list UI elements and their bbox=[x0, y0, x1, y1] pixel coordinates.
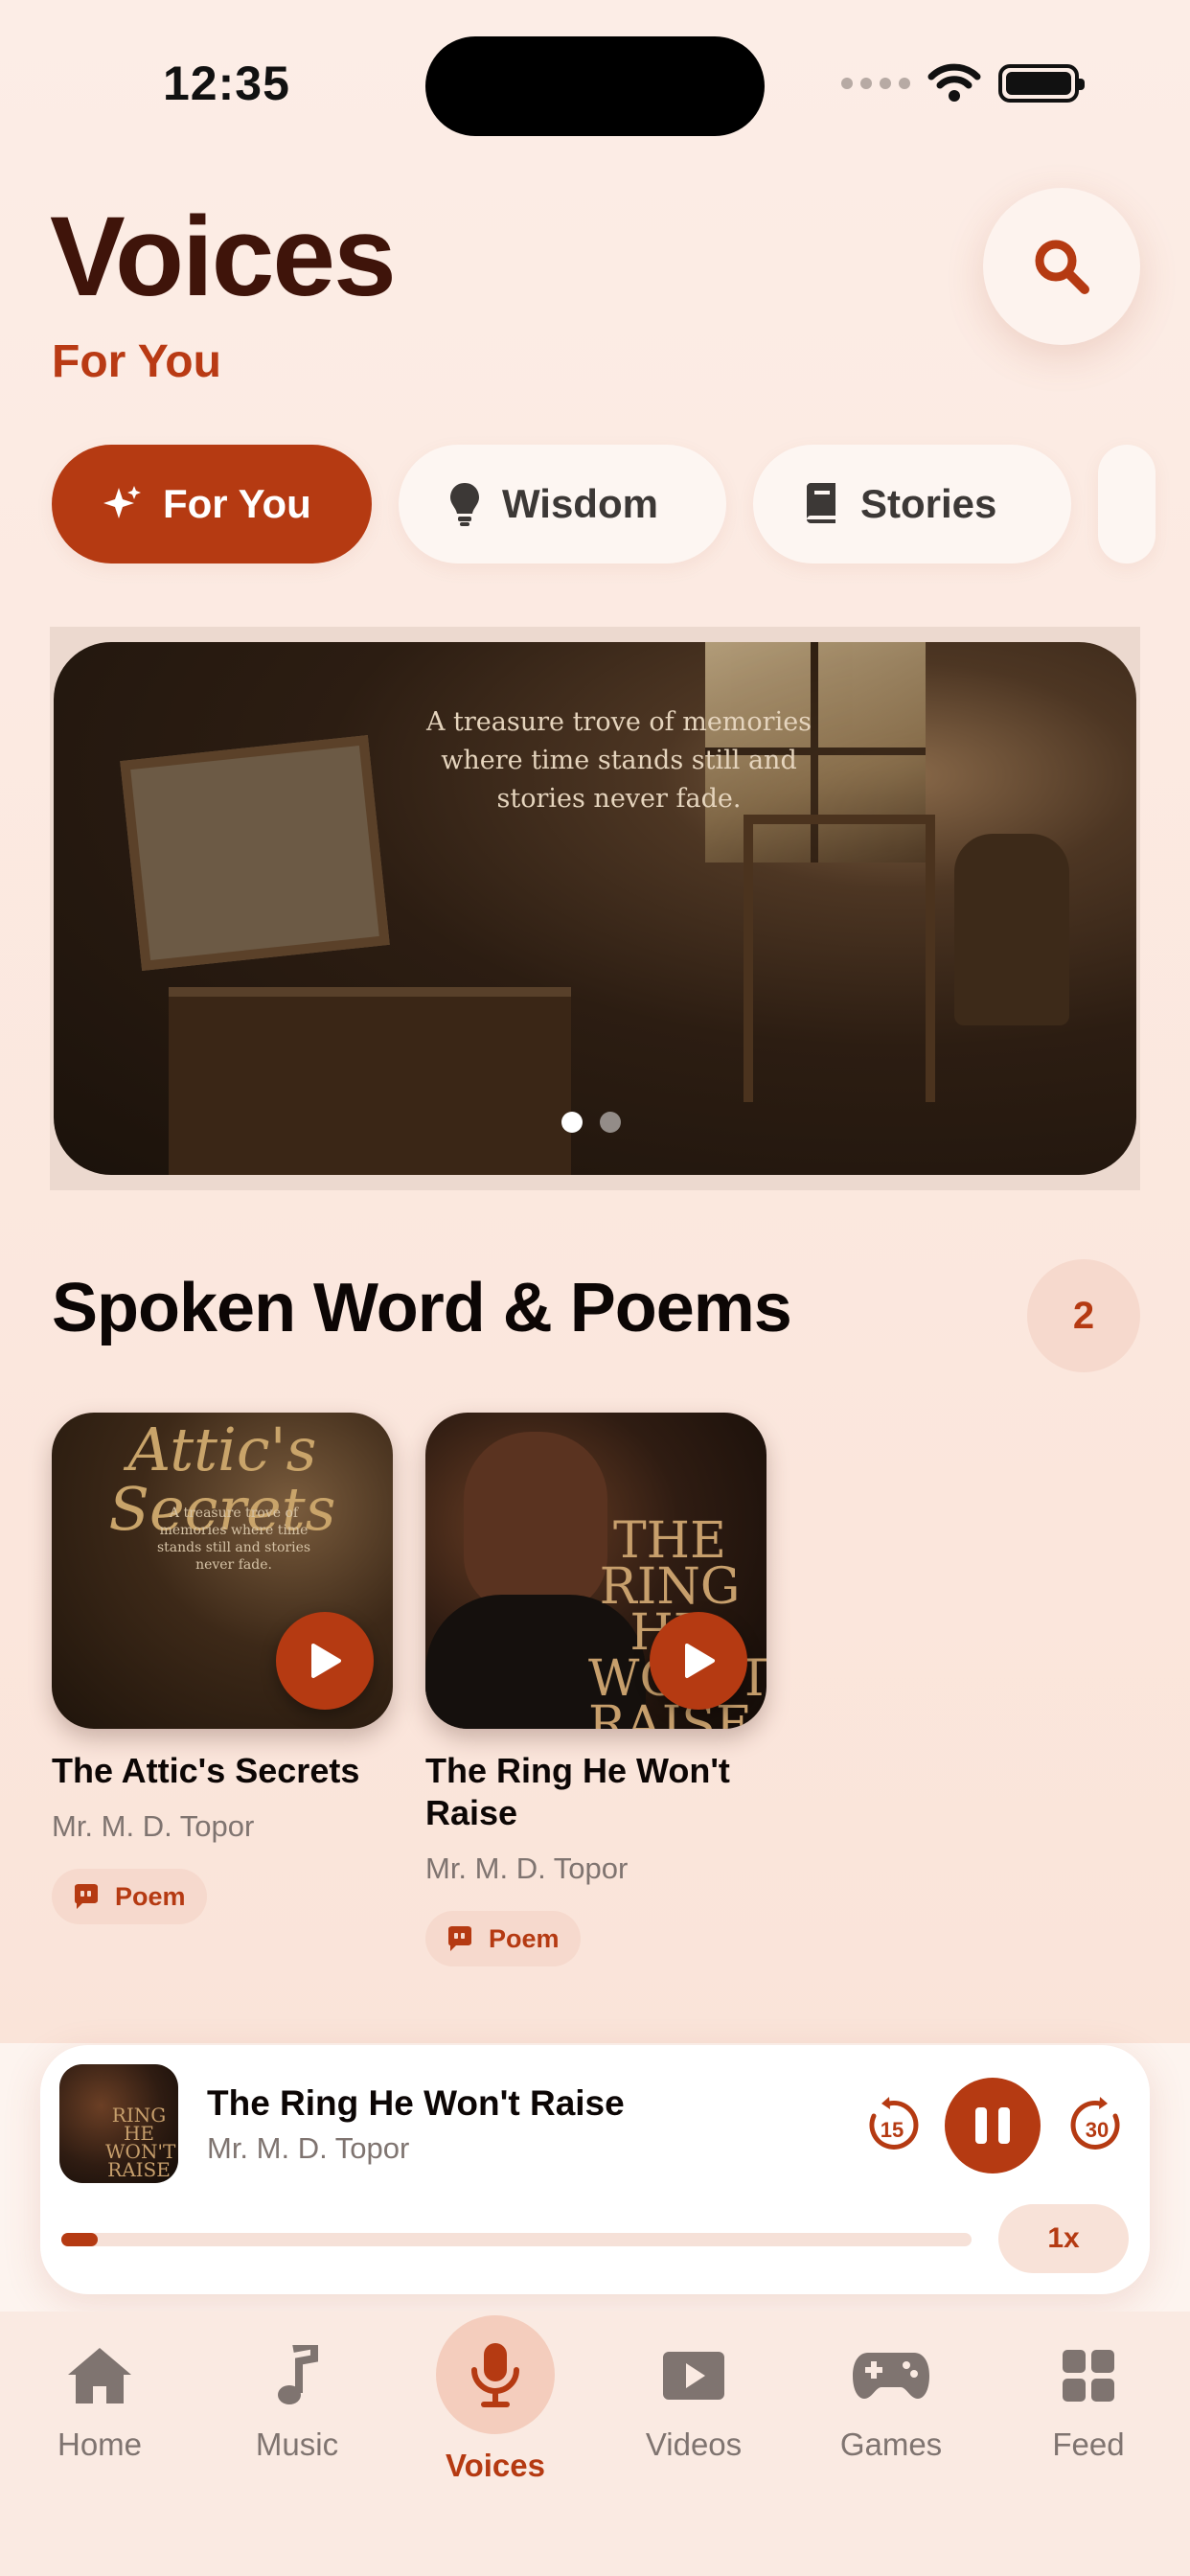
gamepad-icon bbox=[853, 2353, 929, 2399]
music-note-icon bbox=[278, 2345, 318, 2404]
family-portrait-image bbox=[120, 735, 390, 971]
pager-dot-active[interactable] bbox=[561, 1112, 583, 1133]
card-artwork: THE RING HE WON'T RAISE bbox=[425, 1413, 767, 1729]
play-button[interactable] bbox=[650, 1612, 747, 1710]
tab-label: Games bbox=[839, 2426, 943, 2462]
chip-label: For You bbox=[163, 481, 311, 526]
page-subtitle: For You bbox=[52, 336, 221, 387]
tab-games[interactable]: Games bbox=[805, 2338, 977, 2463]
skip-back-label: 15 bbox=[881, 2118, 904, 2142]
tab-music[interactable]: Music bbox=[211, 2338, 383, 2463]
skip-forward-label: 30 bbox=[1086, 2118, 1109, 2142]
tab-voices[interactable]: Voices bbox=[409, 2315, 582, 2484]
play-icon bbox=[685, 1644, 715, 1678]
tag-label: Poem bbox=[115, 1881, 186, 1911]
rocking-chair-image bbox=[744, 815, 935, 1102]
content-card[interactable]: Attic's Secrets A treasure trove of memo… bbox=[52, 1413, 395, 1924]
lightbulb-icon bbox=[450, 483, 479, 526]
chip-for-you[interactable]: For You bbox=[52, 445, 372, 564]
grid-icon bbox=[1063, 2350, 1114, 2402]
page-title: Voices bbox=[50, 194, 397, 320]
play-icon bbox=[311, 1644, 341, 1678]
chip-more[interactable] bbox=[1098, 445, 1156, 564]
tab-label: Home bbox=[57, 2426, 143, 2462]
card-author: Mr. M. D. Topor bbox=[52, 1809, 255, 1843]
content-card[interactable]: THE RING HE WON'T RAISE The Ring He Won'… bbox=[425, 1413, 768, 1966]
tab-label: Feed bbox=[1052, 2426, 1125, 2462]
portrait-face-image bbox=[464, 1432, 607, 1614]
quote-bubble-icon bbox=[75, 1884, 98, 1909]
player-artwork: RING HE WON'T RAISE bbox=[59, 2064, 178, 2183]
chip-label: Wisdom bbox=[502, 481, 658, 526]
card-title: The Ring He Won't Raise bbox=[425, 1751, 730, 1832]
progress-fill bbox=[61, 2233, 98, 2246]
playback-speed-button[interactable]: 1x bbox=[998, 2204, 1129, 2273]
chip-stories[interactable]: Stories bbox=[753, 445, 1071, 564]
active-tab-indicator bbox=[436, 2315, 555, 2434]
microphone-icon bbox=[471, 2343, 519, 2407]
battery-icon bbox=[998, 64, 1085, 103]
wifi-icon bbox=[927, 63, 981, 102]
search-button[interactable] bbox=[983, 188, 1140, 345]
chip-label: Stories bbox=[860, 481, 997, 526]
pause-icon bbox=[975, 2107, 987, 2144]
pause-button[interactable] bbox=[945, 2078, 1041, 2174]
cellular-signal-icon bbox=[841, 78, 910, 89]
skip-back-15-button[interactable]: 15 bbox=[860, 2095, 922, 2156]
featured-banner[interactable]: A treasure trove of memories where time … bbox=[54, 642, 1136, 1175]
tag-label: Poem bbox=[489, 1923, 560, 1953]
lantern-image bbox=[954, 834, 1069, 1025]
status-icons bbox=[841, 63, 1085, 104]
pause-icon-bar bbox=[998, 2107, 1010, 2144]
home-icon bbox=[68, 2348, 131, 2404]
player-title: The Ring He Won't Raise bbox=[207, 2083, 625, 2123]
card-artwork: Attic's Secrets A treasure trove of memo… bbox=[52, 1413, 393, 1729]
search-icon bbox=[1035, 240, 1089, 294]
card-title: The Attic's Secrets bbox=[52, 1751, 360, 1790]
video-play-icon bbox=[663, 2352, 724, 2400]
skip-forward-30-button[interactable]: 30 bbox=[1067, 2095, 1129, 2156]
chip-wisdom[interactable]: Wisdom bbox=[399, 445, 726, 564]
section-count-badge[interactable]: 2 bbox=[1027, 1259, 1140, 1372]
card-author: Mr. M. D. Topor bbox=[425, 1852, 629, 1885]
trunk-image bbox=[169, 987, 571, 1175]
section-title: Spoken Word & Poems bbox=[52, 1270, 792, 1346]
play-button[interactable] bbox=[276, 1612, 374, 1710]
artwork-caption: A treasure trove of memories where time … bbox=[156, 1506, 311, 1573]
tab-videos[interactable]: Videos bbox=[607, 2338, 780, 2463]
tab-label: Voices bbox=[446, 2448, 545, 2483]
status-time: 12:35 bbox=[163, 57, 290, 110]
sparkle-icon bbox=[103, 486, 141, 518]
pager-dot[interactable] bbox=[600, 1112, 621, 1133]
banner-pager[interactable] bbox=[561, 1112, 621, 1133]
player-author: Mr. M. D. Topor bbox=[207, 2131, 410, 2165]
card-tag: Poem bbox=[425, 1911, 581, 1966]
book-icon bbox=[807, 483, 835, 523]
dynamic-island bbox=[425, 36, 765, 136]
tab-feed[interactable]: Feed bbox=[1002, 2338, 1175, 2463]
tab-label: Music bbox=[255, 2426, 339, 2462]
player-artwork-title: RING HE WON'T RAISE bbox=[105, 2104, 176, 2181]
tab-label: Videos bbox=[645, 2426, 743, 2462]
tab-home[interactable]: Home bbox=[13, 2338, 186, 2463]
quote-bubble-icon bbox=[448, 1926, 471, 1951]
card-tag: Poem bbox=[52, 1869, 207, 1924]
banner-caption: A treasure trove of memories where time … bbox=[425, 707, 812, 814]
progress-bar[interactable] bbox=[61, 2233, 972, 2246]
mini-player[interactable]: RING HE WON'T RAISE The Ring He Won't Ra… bbox=[40, 2045, 1150, 2294]
category-chips: For You Wisdom Stories bbox=[52, 445, 1156, 564]
